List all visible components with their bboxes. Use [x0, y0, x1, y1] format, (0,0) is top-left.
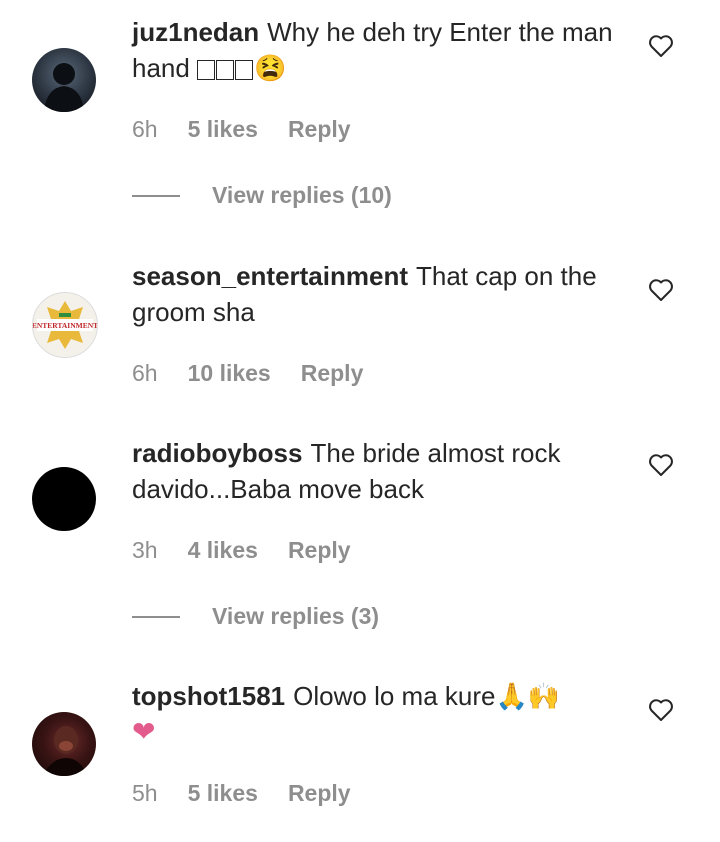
avatar[interactable] — [32, 712, 96, 776]
comment-text: juz1nedan Why he deh try Enter the man ha… — [132, 14, 632, 86]
reply-button[interactable]: Reply — [288, 116, 351, 143]
heart-outline-icon[interactable] — [648, 278, 674, 302]
avatar[interactable] — [32, 467, 96, 531]
comment-text: radioboyboss The bride almost rock davido… — [132, 435, 632, 507]
emoji: 🙏🙌 — [495, 681, 561, 711]
view-replies-label[interactable]: View replies (3) — [212, 603, 379, 630]
comment-item: juz1nedan Why he deh try Enter the man ha… — [0, 0, 720, 230]
avatar[interactable]: ENTERTAINMENT — [32, 292, 98, 358]
comment-body: Olowo lo ma kure — [293, 681, 496, 711]
comment-meta: 6h 5 likes Reply — [132, 116, 351, 143]
timestamp: 5h — [132, 780, 158, 806]
avatar-photo — [42, 726, 88, 776]
reply-button[interactable]: Reply — [288, 537, 351, 564]
avatar-silhouette — [44, 63, 84, 112]
view-replies[interactable]: View replies (10) — [132, 182, 392, 209]
comment-text: topshot1581 Olowo lo ma kure🙏🙌 ❤ — [132, 678, 632, 750]
username[interactable]: juz1nedan — [132, 17, 259, 47]
avatar-logo-text: ENTERTAINMENT — [33, 321, 97, 330]
view-replies-label[interactable]: View replies (10) — [212, 182, 392, 209]
comment-item: topshot1581 Olowo lo ma kure🙏🙌 ❤ 5h 5 lik… — [0, 668, 720, 842]
comment-text: season_entertainment That cap on the groo… — [132, 258, 632, 330]
comment-meta: 6h 10 likes Reply — [132, 360, 363, 387]
comment-meta: 5h 5 likes Reply — [132, 780, 351, 807]
timestamp: 6h — [132, 360, 158, 386]
username[interactable]: radioboyboss — [132, 438, 302, 468]
emoji: 😫 — [254, 53, 287, 83]
view-replies[interactable]: View replies (3) — [132, 603, 379, 630]
likes-count[interactable]: 5 likes — [188, 780, 258, 807]
heart-emoji: ❤ — [132, 716, 156, 747]
heart-outline-icon[interactable] — [648, 698, 674, 722]
username[interactable]: season_entertainment — [132, 261, 408, 291]
avatar[interactable] — [32, 48, 96, 112]
likes-count[interactable]: 5 likes — [188, 116, 258, 143]
heart-outline-icon[interactable] — [648, 34, 674, 58]
comment-item: radioboyboss The bride almost rock davido… — [0, 425, 720, 655]
likes-count[interactable]: 4 likes — [188, 537, 258, 564]
timestamp: 3h — [132, 537, 158, 563]
likes-count[interactable]: 10 likes — [188, 360, 271, 387]
username[interactable]: topshot1581 — [132, 681, 285, 711]
avatar-logo: ENTERTAINMENT — [33, 301, 97, 349]
divider-line — [132, 615, 180, 618]
heart-outline-icon[interactable] — [648, 453, 674, 477]
timestamp: 6h — [132, 116, 158, 142]
comment-item: ENTERTAINMENT season_entertainment That c… — [0, 250, 720, 400]
reply-button[interactable]: Reply — [288, 780, 351, 807]
reply-button[interactable]: Reply — [301, 360, 364, 387]
divider-line — [132, 194, 180, 197]
comment-meta: 3h 4 likes Reply — [132, 537, 351, 564]
unknown-glyph — [197, 53, 254, 83]
